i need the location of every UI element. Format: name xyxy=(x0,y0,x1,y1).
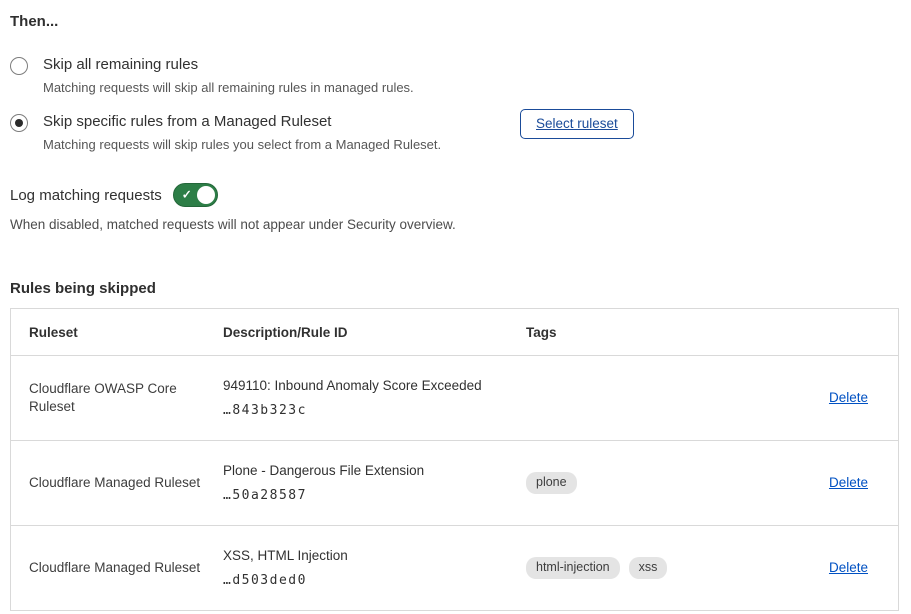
toggle-knob xyxy=(197,186,215,204)
select-ruleset-button[interactable]: Select ruleset xyxy=(520,109,634,139)
tag-badge: html-injection xyxy=(526,557,620,579)
tag-badge: xss xyxy=(629,557,668,579)
rule-description-cell: Plone - Dangerous File Extension …50a285… xyxy=(205,462,508,505)
option-skip-specific-label[interactable]: Skip specific rules from a Managed Rules… xyxy=(43,112,508,131)
rule-description-cell: XSS, HTML Injection …d503ded0 xyxy=(205,547,508,590)
log-matching-toggle[interactable]: ✓ xyxy=(173,183,218,207)
log-matching-label: Log matching requests xyxy=(10,187,162,204)
rule-description: Plone - Dangerous File Extension xyxy=(223,462,508,480)
rule-id: …50a28587 xyxy=(223,487,508,505)
rule-id: …d503ded0 xyxy=(223,572,508,590)
delete-rule-link[interactable]: Delete xyxy=(829,560,868,575)
rule-description: XSS, HTML Injection xyxy=(223,547,508,565)
tags-cell: html-injection xss xyxy=(508,557,753,579)
check-icon: ✓ xyxy=(182,189,192,201)
option-skip-specific-description: Matching requests will skip rules you se… xyxy=(43,136,508,153)
actions-cell: Delete xyxy=(753,559,898,577)
rule-description-cell: 949110: Inbound Anomaly Score Exceeded …… xyxy=(205,377,508,420)
column-header-ruleset: Ruleset xyxy=(11,325,205,340)
actions-cell: Delete xyxy=(753,474,898,492)
log-matching-note: When disabled, matched requests will not… xyxy=(10,216,899,233)
column-header-description: Description/Rule ID xyxy=(205,325,508,340)
log-matching-row: Log matching requests ✓ xyxy=(10,183,899,207)
option-skip-all: Skip all remaining rules Matching reques… xyxy=(10,55,899,96)
table-row: Cloudflare Managed Ruleset XSS, HTML Inj… xyxy=(11,525,898,610)
radio-skip-specific[interactable] xyxy=(10,114,28,132)
table-header-row: Ruleset Description/Rule ID Tags xyxy=(11,309,898,356)
option-skip-specific: Skip specific rules from a Managed Rules… xyxy=(10,112,899,153)
rules-skipped-heading: Rules being skipped xyxy=(10,279,899,298)
ruleset-name: Cloudflare OWASP Core Ruleset xyxy=(11,380,205,416)
actions-cell: Delete xyxy=(753,389,898,407)
tags-cell: plone xyxy=(508,472,753,494)
ruleset-name: Cloudflare Managed Ruleset xyxy=(11,559,205,577)
tag-badge: plone xyxy=(526,472,577,494)
column-header-tags: Tags xyxy=(508,325,753,340)
rules-skipped-table: Ruleset Description/Rule ID Tags Cloudfl… xyxy=(10,308,899,611)
then-heading: Then... xyxy=(10,12,899,31)
option-skip-all-description: Matching requests will skip all remainin… xyxy=(43,79,508,96)
radio-skip-all[interactable] xyxy=(10,57,28,75)
table-row: Cloudflare OWASP Core Ruleset 949110: In… xyxy=(11,356,898,440)
option-skip-all-label[interactable]: Skip all remaining rules xyxy=(43,55,508,74)
delete-rule-link[interactable]: Delete xyxy=(829,390,868,405)
rule-id: …843b323c xyxy=(223,402,508,420)
rule-description: 949110: Inbound Anomaly Score Exceeded xyxy=(223,377,508,395)
ruleset-name: Cloudflare Managed Ruleset xyxy=(11,474,205,492)
table-row: Cloudflare Managed Ruleset Plone - Dange… xyxy=(11,440,898,525)
waf-rule-form: Then... Skip all remaining rules Matchin… xyxy=(0,0,911,611)
delete-rule-link[interactable]: Delete xyxy=(829,475,868,490)
